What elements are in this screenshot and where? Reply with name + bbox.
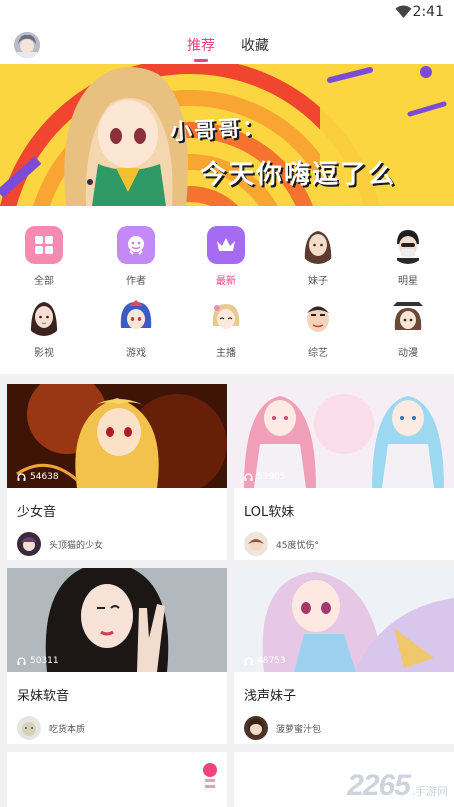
headphones-icon — [244, 657, 253, 665]
play-count-value: 54638 — [30, 472, 59, 482]
wifi-icon — [395, 5, 412, 18]
card-thumbnail: 50311 — [7, 568, 227, 672]
headphones-icon — [17, 473, 26, 481]
top-header: 推荐 收藏 — [0, 26, 454, 64]
category-film[interactable]: 影视 — [14, 298, 74, 359]
play-count-value: 48753 — [257, 656, 286, 666]
play-count: 48753 — [244, 656, 286, 666]
category-latest[interactable]: 最新 — [196, 226, 256, 287]
headphones-icon — [17, 657, 26, 665]
category-anime[interactable]: 动漫 — [378, 298, 438, 359]
tab-favorites[interactable]: 收藏 — [241, 35, 269, 55]
play-count-value: 53905 — [257, 472, 286, 482]
card-title: 呆妹软音 — [17, 689, 70, 704]
share-reward-icon — [203, 763, 217, 788]
banner-subline: 今天你嗨逗了么 — [200, 160, 397, 190]
film-avatar-icon — [25, 298, 63, 336]
girl-avatar-icon — [299, 226, 337, 264]
author-name: 45度忧伤° — [276, 540, 319, 551]
site-watermark: 2265 .手游网 — [347, 769, 448, 803]
card-author[interactable]: 45度忧伤° — [234, 522, 454, 556]
card-thumbnail: 48753 — [234, 568, 454, 672]
author-name: 菠萝蜜汁包 — [276, 724, 322, 735]
category-all[interactable]: 全部 — [14, 226, 74, 287]
card-title: 浅声妹子 — [244, 689, 297, 704]
anime-avatar-icon — [389, 298, 427, 336]
game-avatar-icon — [117, 298, 155, 336]
author-name: 吃货本质 — [49, 724, 86, 735]
voice-card[interactable]: 48753 浅声妹子 菠萝蜜汁包 — [234, 568, 454, 744]
streamer-avatar-icon — [207, 298, 245, 336]
play-count: 53905 — [244, 472, 286, 482]
author-avatar — [17, 716, 41, 740]
star-avatar-icon — [389, 226, 427, 264]
clock: 2:41 — [412, 4, 444, 20]
category-author[interactable]: 作者 — [106, 226, 166, 287]
category-label: 明星 — [398, 276, 418, 287]
voice-card[interactable]: 50311 呆妹软音 吃货本质 — [7, 568, 227, 744]
author-name: 头顶猫的少女 — [49, 540, 104, 551]
voice-card[interactable] — [7, 752, 227, 807]
grid-icon — [25, 226, 63, 264]
category-label: 综艺 — [308, 348, 328, 359]
watermark-number: 2265 — [347, 769, 411, 802]
voice-card[interactable]: 53905 LOL软妹 45度忧伤° — [234, 384, 454, 560]
card-author[interactable]: 头顶猫的少女 — [7, 522, 227, 556]
play-count: 50311 — [17, 656, 59, 666]
play-count: 54638 — [17, 472, 59, 482]
category-streamer[interactable]: 主播 — [196, 298, 256, 359]
tab-indicator — [194, 59, 208, 62]
card-thumbnail: 54638 — [7, 384, 227, 488]
play-count-value: 50311 — [30, 656, 59, 666]
category-label: 影视 — [34, 348, 54, 359]
category-label: 妹子 — [308, 276, 328, 287]
headphones-icon — [244, 473, 253, 481]
category-stars[interactable]: 明星 — [378, 226, 438, 287]
card-author[interactable]: 吃货本质 — [7, 706, 227, 740]
category-variety[interactable]: 综艺 — [288, 298, 348, 359]
variety-avatar-icon — [299, 298, 337, 336]
promo-banner[interactable]: 小哥哥： 今天你嗨逗了么 — [0, 64, 454, 206]
category-label: 作者 — [126, 276, 146, 287]
card-title: LOL软妹 — [244, 505, 295, 520]
author-avatar — [17, 532, 41, 556]
category-games[interactable]: 游戏 — [106, 298, 166, 359]
user-avatar-icon — [14, 32, 40, 58]
watermark-text: .手游网 — [411, 786, 448, 798]
user-avatar[interactable] — [14, 32, 40, 58]
card-title: 少女音 — [17, 505, 57, 520]
status-bar: 2:41 — [0, 0, 454, 26]
category-label: 最新 — [216, 276, 236, 287]
author-avatar — [244, 532, 268, 556]
category-label: 主播 — [216, 348, 236, 359]
crown-icon — [207, 226, 245, 264]
author-face-icon — [117, 226, 155, 264]
category-girls[interactable]: 妹子 — [288, 226, 348, 287]
voice-card[interactable]: 54638 少女音 头顶猫的少女 — [7, 384, 227, 560]
author-avatar — [244, 716, 268, 740]
banner-headline: 小哥哥： — [169, 115, 267, 146]
category-label: 游戏 — [126, 348, 146, 359]
category-label: 动漫 — [398, 348, 418, 359]
card-author[interactable]: 菠萝蜜汁包 — [234, 706, 454, 740]
share-reward-badge[interactable] — [201, 762, 219, 792]
tab-recommend[interactable]: 推荐 — [187, 35, 215, 55]
category-label: 全部 — [34, 276, 54, 287]
card-thumbnail: 53905 — [234, 384, 454, 488]
